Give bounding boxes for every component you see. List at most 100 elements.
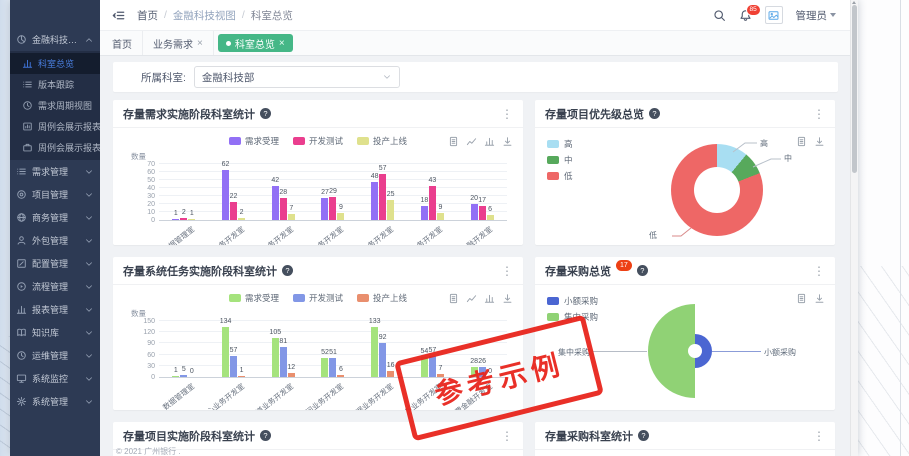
- question-icon[interactable]: ?: [638, 430, 649, 441]
- sidebar-item-demand-mgmt[interactable]: 需求管理: [10, 160, 100, 183]
- bar[interactable]: 1: [172, 219, 179, 221]
- sidebar-item-fintech-view[interactable]: 金融科技视图: [10, 28, 100, 51]
- bar[interactable]: 22: [230, 202, 237, 220]
- question-icon[interactable]: ?: [260, 430, 271, 441]
- more-vertical-icon[interactable]: ⋮: [813, 430, 825, 442]
- bar-chart-icon[interactable]: [484, 293, 495, 304]
- scrollbar[interactable]: [850, 0, 858, 456]
- breadcrumb-home[interactable]: 首页: [137, 8, 158, 23]
- data-view-icon[interactable]: [796, 136, 807, 147]
- legend-item[interactable]: 需求受理: [229, 135, 279, 147]
- question-icon[interactable]: ?: [649, 108, 660, 119]
- sidebar-item-ops-mgmt[interactable]: 运维管理: [10, 344, 100, 367]
- bar[interactable]: 81: [280, 347, 287, 377]
- bar[interactable]: 18: [421, 206, 428, 220]
- question-icon[interactable]: ?: [637, 265, 648, 276]
- tab-business-demand[interactable]: 业务需求×: [143, 31, 214, 55]
- bar[interactable]: 52: [321, 358, 328, 377]
- bar[interactable]: 9: [437, 213, 444, 220]
- bar[interactable]: 2: [238, 218, 245, 220]
- legend-item[interactable]: 开发测试: [293, 135, 343, 147]
- data-view-icon[interactable]: [448, 293, 459, 304]
- bar[interactable]: 28: [280, 198, 287, 220]
- bar[interactable]: 92: [379, 343, 386, 377]
- sidebar-item-report-mgmt[interactable]: 报表管理: [10, 298, 100, 321]
- bar[interactable]: 105: [272, 338, 279, 377]
- menu-fold-icon[interactable]: [112, 9, 125, 22]
- sidebar-item-outsourcing-mgmt[interactable]: 外包管理: [10, 229, 100, 252]
- tab-close-icon[interactable]: ×: [197, 38, 203, 49]
- avatar[interactable]: [765, 6, 783, 24]
- bar[interactable]: 17: [479, 206, 486, 220]
- question-icon[interactable]: ?: [260, 108, 271, 119]
- more-vertical-icon[interactable]: ⋮: [813, 265, 825, 277]
- breadcrumb-fintech-view[interactable]: 金融科技视图: [173, 8, 236, 23]
- department-select[interactable]: 金融科技部: [194, 66, 400, 88]
- bar[interactable]: 134: [222, 327, 229, 377]
- bar[interactable]: 51: [329, 358, 336, 377]
- data-view-icon[interactable]: [448, 136, 459, 147]
- sidebar-item-system-monitor[interactable]: 系统监控: [10, 367, 100, 390]
- tab-close-icon[interactable]: ×: [279, 38, 285, 49]
- bar[interactable]: 9: [337, 213, 344, 220]
- legend-item[interactable]: 投产上线: [357, 135, 407, 147]
- bar[interactable]: 5: [180, 375, 187, 377]
- bar[interactable]: 6: [337, 375, 344, 377]
- sidebar-item-weekly-report-project[interactable]: 周例会展示报表-项目: [10, 116, 100, 137]
- sidebar-item-process-mgmt[interactable]: 流程管理: [10, 275, 100, 298]
- bar[interactable]: 133: [371, 327, 378, 377]
- bar[interactable]: 48: [371, 182, 378, 220]
- sidebar-item-version-tracking[interactable]: 版本跟踪: [10, 74, 100, 95]
- search-icon[interactable]: [713, 9, 726, 22]
- bar[interactable]: 42: [272, 186, 279, 220]
- legend-item[interactable]: 开发测试: [293, 292, 343, 304]
- legend-item[interactable]: 需求受理: [229, 292, 279, 304]
- data-view-icon[interactable]: [796, 293, 807, 304]
- download-icon[interactable]: [502, 136, 513, 147]
- tab-dept-overview[interactable]: 科室总览×: [218, 34, 293, 52]
- sidebar-item-dept-overview[interactable]: 科室总览: [10, 53, 100, 74]
- legend-item[interactable]: 高: [547, 138, 573, 150]
- bar[interactable]: 7: [288, 214, 295, 220]
- bar[interactable]: 1: [172, 376, 179, 378]
- bar[interactable]: 12: [288, 373, 295, 377]
- donut-ring[interactable]: [671, 144, 763, 236]
- bar[interactable]: 29: [329, 197, 336, 220]
- more-vertical-icon[interactable]: ⋮: [501, 108, 513, 120]
- legend-item[interactable]: 投产上线: [357, 292, 407, 304]
- sidebar-item-business-mgmt[interactable]: 商务管理: [10, 206, 100, 229]
- download-icon[interactable]: [814, 136, 825, 147]
- line-chart-icon[interactable]: [466, 293, 477, 304]
- bar[interactable]: 20: [471, 204, 478, 220]
- bar[interactable]: 2: [180, 218, 187, 220]
- bar[interactable]: 57: [230, 356, 237, 377]
- bar[interactable]: 6: [487, 215, 494, 220]
- bar[interactable]: 25: [387, 200, 394, 220]
- scrollbar-thumb[interactable]: [852, 5, 857, 173]
- bar-chart-icon[interactable]: [484, 136, 495, 147]
- sidebar-item-weekly-report-purchase[interactable]: 周例会展示报表-采购: [10, 137, 100, 158]
- sidebar-item-knowledge-base[interactable]: 知识库: [10, 321, 100, 344]
- sidebar-item-demand-cycle-view[interactable]: 需求周期视图: [10, 95, 100, 116]
- tab-home[interactable]: 首页: [102, 31, 143, 55]
- legend-item[interactable]: 小额采购: [547, 295, 598, 307]
- more-vertical-icon[interactable]: ⋮: [501, 265, 513, 277]
- bar[interactable]: 62: [222, 170, 229, 220]
- more-vertical-icon[interactable]: ⋮: [813, 108, 825, 120]
- bar[interactable]: 1: [238, 376, 245, 378]
- download-icon[interactable]: [502, 293, 513, 304]
- scroll-up-arrow-icon[interactable]: [852, 1, 856, 4]
- download-icon[interactable]: [814, 293, 825, 304]
- bar[interactable]: 16: [387, 371, 394, 377]
- line-chart-icon[interactable]: [466, 136, 477, 147]
- legend-item[interactable]: 中: [547, 154, 573, 166]
- notifications-button[interactable]: 85: [739, 9, 752, 22]
- user-menu[interactable]: 管理员: [796, 8, 837, 23]
- bar[interactable]: 57: [379, 174, 386, 220]
- legend-item[interactable]: 低: [547, 170, 573, 182]
- sidebar-item-config-mgmt[interactable]: 配置管理: [10, 252, 100, 275]
- bar[interactable]: 43: [429, 186, 436, 220]
- more-vertical-icon[interactable]: ⋮: [501, 430, 513, 442]
- bar[interactable]: 1: [188, 219, 195, 221]
- sidebar-item-project-mgmt[interactable]: 项目管理: [10, 183, 100, 206]
